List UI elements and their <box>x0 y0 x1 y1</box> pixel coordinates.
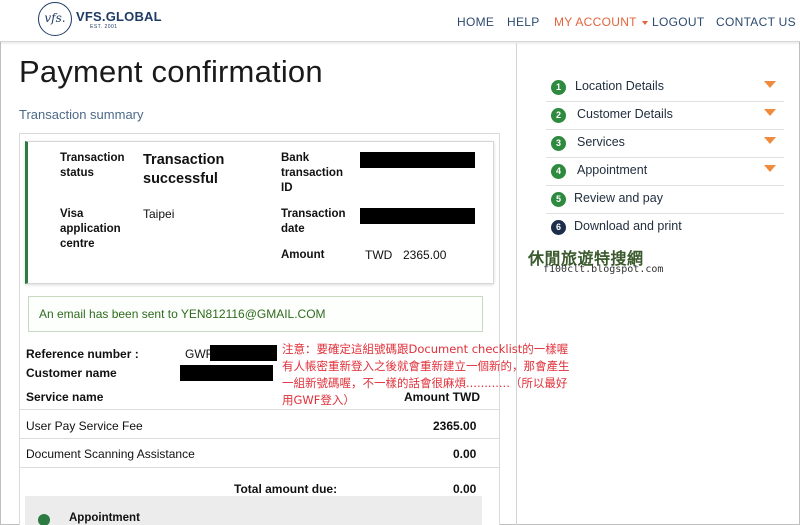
service-header: Service name <box>26 390 104 404</box>
step-download-and-print[interactable]: Download and print <box>574 219 682 233</box>
customer-label: Customer name <box>26 366 117 380</box>
amount-label: Amount <box>281 249 325 261</box>
nav-contact-us[interactable]: CONTACT US <box>716 15 796 29</box>
appointment-label: Appointment <box>69 512 140 524</box>
nav-my-account[interactable]: MY ACCOUNT <box>554 15 648 29</box>
step-divider <box>546 185 784 186</box>
page-title: Payment confirmation <box>19 54 323 89</box>
step-appointment[interactable]: Appointment <box>577 163 647 177</box>
step-number-badge: 6 <box>551 220 566 235</box>
total-value: 0.00 <box>453 482 477 496</box>
step-services[interactable]: Services <box>577 135 625 149</box>
reference-prefix: GWF <box>185 347 213 361</box>
blog-watermark-url: f100clt.blogspot.com <box>543 264 664 275</box>
vfs-logo-icon[interactable]: vfs. <box>38 2 72 36</box>
email-notice-text: An email has been sent to YEN812116@GMAI… <box>39 307 326 321</box>
reference-label: Reference number : <box>26 347 139 361</box>
divider <box>19 409 500 410</box>
divider <box>19 467 500 468</box>
amount-currency: TWD <box>365 248 393 262</box>
centre-value: Taipei <box>143 207 175 221</box>
service-row-amount: 2365.00 <box>433 419 477 433</box>
divider <box>19 438 500 439</box>
annotation-note: 注意：要確定這組號碼跟Document checklist的一樣喔 有人帳密重新… <box>282 342 570 407</box>
step-divider <box>546 129 784 130</box>
service-row-name: Document Scanning Assistance <box>26 447 195 461</box>
step-review-and-pay[interactable]: Review and pay <box>574 191 663 205</box>
total-label: Total amount due: <box>234 482 338 496</box>
step-number-badge: 4 <box>551 164 566 179</box>
redacted-date <box>360 208 475 224</box>
status-value: Transaction successful <box>143 152 225 187</box>
step-number-badge: 3 <box>551 136 566 151</box>
chevron-down-icon[interactable] <box>764 137 776 144</box>
nav-help[interactable]: HELP <box>507 15 540 29</box>
column-divider <box>516 43 517 525</box>
logo-subtext: EST. 2001 <box>90 24 118 30</box>
status-label: Transaction status <box>60 152 125 179</box>
nav-my-account-label: MY ACCOUNT <box>554 15 637 29</box>
chevron-down-icon[interactable] <box>764 109 776 116</box>
amount-value: 2365.00 <box>403 248 447 262</box>
step-divider <box>546 101 784 102</box>
section-subtitle: Transaction summary <box>19 107 144 122</box>
nav-home[interactable]: HOME <box>457 15 494 29</box>
centre-label: Visa application centre <box>60 208 121 250</box>
redacted-reference <box>210 345 277 361</box>
top-navbar: vfs. VFS.GLOBAL EST. 2001 HOME HELP MY A… <box>0 0 800 42</box>
redacted-customer-name <box>180 365 273 381</box>
step-location-details[interactable]: Location Details <box>575 79 664 93</box>
service-row-amount: 0.00 <box>453 447 477 461</box>
chevron-down-icon[interactable] <box>764 81 776 88</box>
step-customer-details[interactable]: Customer Details <box>577 107 673 121</box>
logo-text[interactable]: VFS.GLOBAL <box>76 9 162 24</box>
caret-down-icon <box>641 20 648 25</box>
step-number-badge: 2 <box>551 108 566 123</box>
step-number-badge: 5 <box>551 192 566 207</box>
redacted-bank-id <box>360 152 475 168</box>
service-row-name: User Pay Service Fee <box>26 419 143 433</box>
check-circle-icon <box>38 514 50 525</box>
date-label: Transaction date <box>281 208 346 235</box>
nav-logout[interactable]: LOGOUT <box>652 15 704 29</box>
step-divider <box>546 213 784 214</box>
bank-id-label: Bank transaction ID <box>281 152 343 194</box>
step-number-badge: 1 <box>551 80 566 95</box>
chevron-down-icon[interactable] <box>764 165 776 172</box>
step-divider <box>546 157 784 158</box>
